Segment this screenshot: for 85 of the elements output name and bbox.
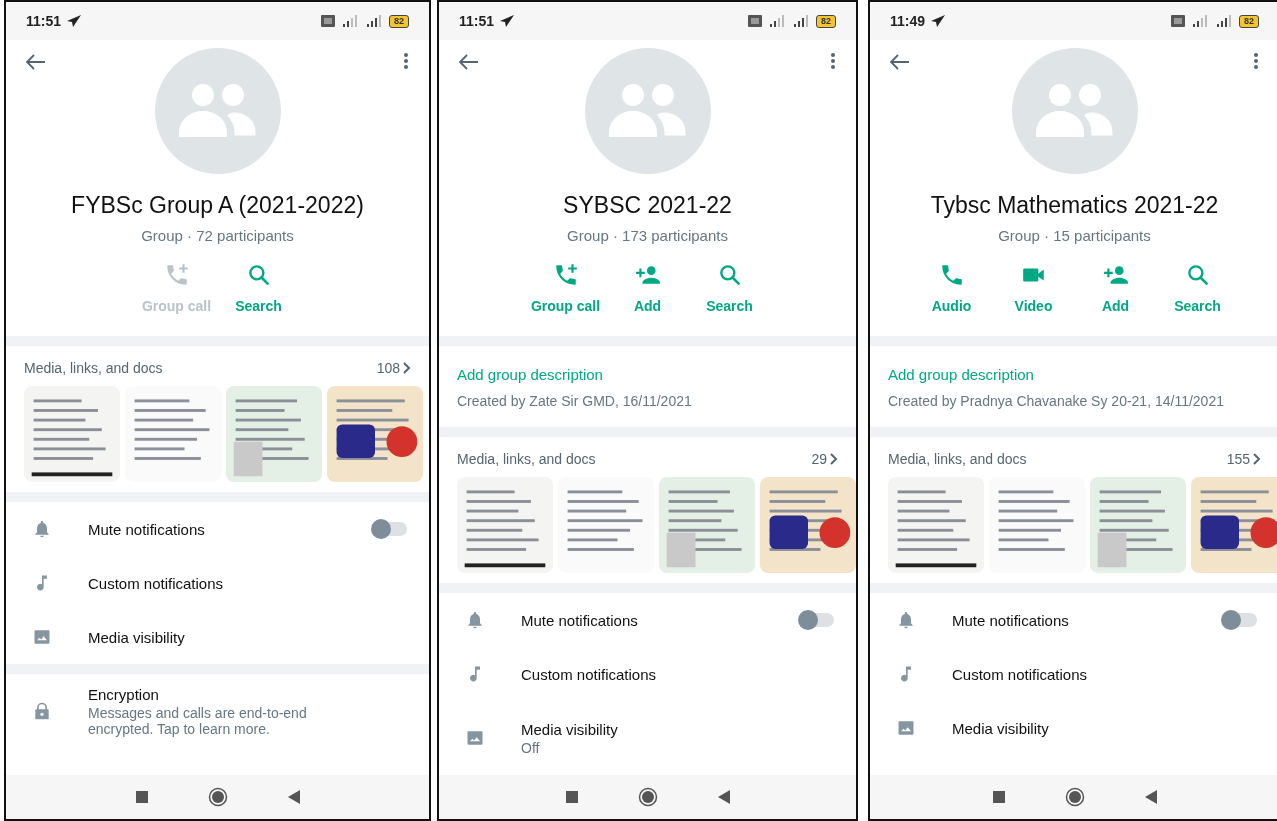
mute-toggle[interactable] bbox=[800, 613, 834, 627]
setting-label: Encryption bbox=[88, 685, 160, 703]
home-nav-icon[interactable] bbox=[207, 787, 228, 807]
created-by-text: Created by Zate Sir GMD, 16/11/2021 bbox=[457, 393, 693, 409]
settings-row[interactable]: Custom notifications bbox=[6, 556, 429, 610]
signal-icon bbox=[792, 15, 810, 27]
setting-label: Custom notifications bbox=[952, 665, 1089, 683]
signal-icon bbox=[1215, 15, 1233, 27]
send-arrow-icon bbox=[500, 15, 515, 27]
media-section-title: Media, links, and docs bbox=[457, 451, 596, 467]
group-name: FYBSc Group A (2021-2022) bbox=[71, 192, 364, 219]
more-options-icon[interactable] bbox=[830, 52, 836, 70]
volte-icon bbox=[1171, 15, 1185, 27]
group-people-icon bbox=[606, 83, 689, 139]
back-nav-icon[interactable] bbox=[1144, 790, 1157, 804]
settings-row[interactable]: Media visibility bbox=[870, 701, 1277, 755]
back-nav-icon[interactable] bbox=[287, 790, 300, 804]
status-time: 11:51 bbox=[459, 13, 495, 29]
recents-nav-icon[interactable] bbox=[992, 791, 1005, 803]
more-options-icon[interactable] bbox=[403, 52, 409, 70]
media-count[interactable]: 155 bbox=[1226, 451, 1250, 467]
signal-icon bbox=[768, 15, 786, 27]
image-icon bbox=[465, 728, 485, 748]
group-subtitle: Group · 72 participants bbox=[141, 227, 294, 244]
settings-row[interactable]: Custom notifications bbox=[870, 647, 1277, 701]
chevron-right-icon[interactable] bbox=[1253, 453, 1261, 465]
volte-icon bbox=[321, 15, 335, 27]
settings-row[interactable]: Mute notifications bbox=[439, 593, 856, 647]
settings-row[interactable]: Mute notifications bbox=[870, 593, 1277, 647]
media-section-title: Media, links, and docs bbox=[24, 360, 163, 376]
created-by-text: Created by Pradnya Chavanake Sy 20-21, 14/11/2021 bbox=[888, 393, 1225, 409]
group-subtitle: Group · 15 participants bbox=[998, 227, 1151, 244]
media-section-title: Media, links, and docs bbox=[888, 451, 1027, 467]
settings-row[interactable]: Custom notifications bbox=[439, 647, 856, 701]
battery-level: 82 bbox=[389, 14, 409, 28]
bell-icon bbox=[32, 519, 52, 539]
battery-level: 82 bbox=[1239, 14, 1259, 28]
group-people-icon bbox=[176, 83, 259, 139]
status-time: 11:49 bbox=[890, 13, 926, 29]
setting-label: Media visibility bbox=[88, 628, 186, 646]
group-name: SYBSC 2021-22 bbox=[563, 192, 732, 219]
group-subtitle: Group · 173 participants bbox=[567, 227, 728, 244]
setting-label: Custom notifications bbox=[521, 665, 658, 683]
setting-label: Mute notifications bbox=[88, 520, 206, 538]
lock-icon bbox=[32, 701, 52, 721]
back-arrow-icon[interactable] bbox=[26, 54, 46, 70]
group-name: Tybsc Mathematics 2021-22 bbox=[930, 192, 1219, 219]
signal-icon bbox=[365, 15, 383, 27]
mute-toggle[interactable] bbox=[373, 522, 407, 536]
setting-label: Media visibility bbox=[521, 720, 619, 738]
setting-label: Custom notifications bbox=[88, 574, 225, 592]
settings-row[interactable]: Mute notifications bbox=[6, 502, 429, 556]
image-icon bbox=[896, 718, 916, 738]
setting-label: Mute notifications bbox=[521, 611, 639, 629]
media-count[interactable]: 29 bbox=[811, 451, 827, 467]
more-options-icon[interactable] bbox=[1253, 52, 1259, 70]
volte-icon bbox=[748, 15, 762, 27]
setting-label: Mute notifications bbox=[952, 611, 1070, 629]
back-arrow-icon[interactable] bbox=[890, 54, 910, 70]
back-nav-icon[interactable] bbox=[717, 790, 730, 804]
setting-label: Media visibility bbox=[952, 719, 1050, 737]
home-nav-icon[interactable] bbox=[1064, 787, 1085, 807]
signal-icon bbox=[1191, 15, 1209, 27]
settings-row[interactable]: Media visibility Off bbox=[439, 701, 856, 775]
battery-level: 82 bbox=[816, 14, 836, 28]
settings-row[interactable]: Media visibility bbox=[6, 610, 429, 664]
group-people-icon bbox=[1033, 83, 1116, 139]
bell-icon bbox=[465, 610, 485, 630]
bell-icon bbox=[896, 610, 916, 630]
home-nav-icon[interactable] bbox=[637, 787, 658, 807]
setting-description: Off bbox=[521, 739, 541, 756]
image-icon bbox=[32, 627, 52, 647]
back-arrow-icon[interactable] bbox=[459, 54, 479, 70]
settings-row[interactable]: Encryption Messages and calls are end-to-end encrypted. Tap to learn more. bbox=[6, 674, 429, 748]
status-time: 11:51 bbox=[26, 13, 62, 29]
mute-toggle[interactable] bbox=[1223, 613, 1257, 627]
setting-description: Messages and calls are end-to-end encrypted. Tap to learn more. bbox=[88, 704, 308, 737]
chevron-right-icon[interactable] bbox=[830, 453, 838, 465]
chevron-right-icon[interactable] bbox=[403, 362, 411, 374]
recents-nav-icon[interactable] bbox=[565, 791, 578, 803]
recents-nav-icon[interactable] bbox=[135, 791, 148, 803]
send-arrow-icon bbox=[931, 15, 946, 27]
media-count[interactable]: 108 bbox=[376, 360, 400, 376]
signal-icon bbox=[341, 15, 359, 27]
send-arrow-icon bbox=[67, 15, 82, 27]
